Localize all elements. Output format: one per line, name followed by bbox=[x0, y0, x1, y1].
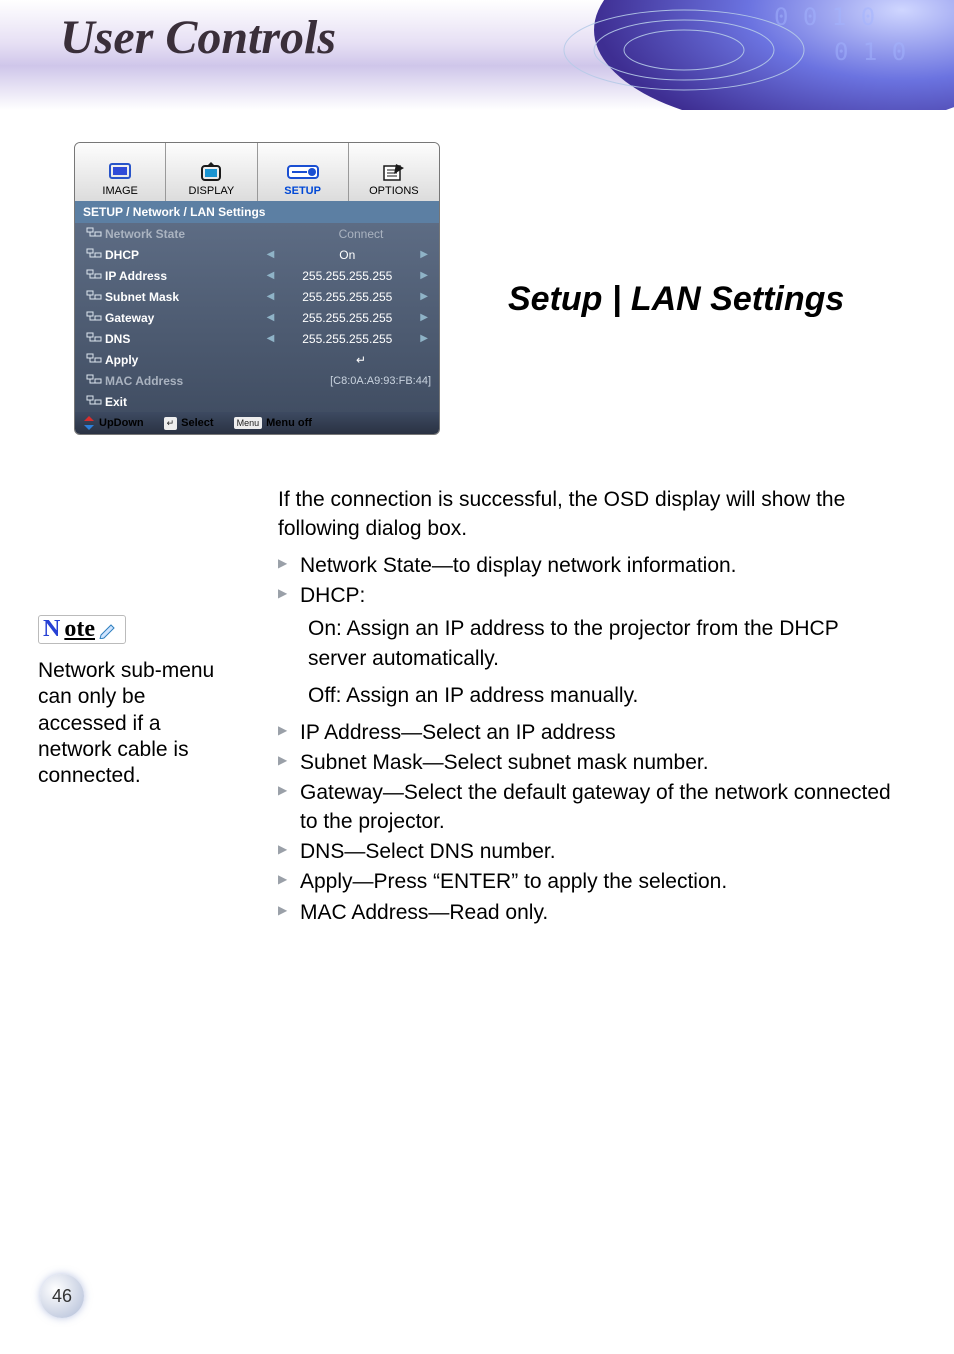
footer-menuoff: Menu off bbox=[266, 417, 312, 429]
content: If the connection is successful, the OSD… bbox=[278, 485, 894, 929]
note-text: Network sub-menu can only be accessed if… bbox=[38, 658, 238, 789]
osd-tab-row: IMAGE DISPLAY SETUP OPTIONS bbox=[75, 143, 439, 201]
osd-row[interactable]: MAC Address[C8:0A:A9:93:FB:44] bbox=[75, 370, 439, 391]
row-icon bbox=[83, 331, 105, 346]
tab-label: DISPLAY bbox=[189, 185, 235, 197]
row-icon bbox=[83, 310, 105, 325]
row-value: On bbox=[277, 248, 417, 262]
osd-row[interactable]: Exit bbox=[75, 391, 439, 412]
osd-row[interactable]: Network StateConnect bbox=[75, 223, 439, 244]
arrow-right-icon[interactable]: ▶ bbox=[417, 291, 431, 302]
footer-select: Select bbox=[181, 417, 213, 429]
select-key-icon: ↵ bbox=[164, 417, 178, 430]
row-label: MAC Address bbox=[105, 374, 271, 388]
tab-label: SETUP bbox=[284, 185, 321, 197]
row-icon bbox=[83, 289, 105, 304]
tab-image[interactable]: IMAGE bbox=[75, 143, 166, 201]
row-label: DHCP bbox=[105, 248, 264, 262]
list-item: Apply—Press “ENTER” to apply the selecti… bbox=[278, 868, 894, 896]
arrow-left-icon[interactable]: ◀ bbox=[264, 249, 278, 260]
note-box: Note Network sub-menu can only be access… bbox=[38, 615, 238, 929]
row-value: 255.255.255.255 bbox=[277, 290, 417, 304]
updown-icon bbox=[83, 416, 95, 430]
row-icon bbox=[83, 373, 105, 388]
monitor-icon bbox=[109, 159, 131, 185]
svg-text:0 1 0: 0 1 0 bbox=[834, 38, 906, 66]
osd-body: Network StateConnectDHCP◀On▶IP Address◀2… bbox=[75, 223, 439, 412]
section-title: Setup | LAN Settings bbox=[508, 280, 844, 319]
tv-icon bbox=[200, 159, 222, 185]
row-icon bbox=[83, 226, 105, 241]
list-item: DNS—Select DNS number. bbox=[278, 838, 894, 866]
arrow-left-icon[interactable]: ◀ bbox=[264, 312, 278, 323]
tab-options[interactable]: OPTIONS bbox=[349, 143, 439, 201]
options-icon bbox=[382, 159, 406, 185]
row-label: Apply bbox=[105, 353, 291, 367]
row-icon bbox=[83, 247, 105, 262]
osd-row[interactable]: Apply↵ bbox=[75, 349, 439, 370]
osd-row[interactable]: Subnet Mask◀255.255.255.255▶ bbox=[75, 286, 439, 307]
row-value: 255.255.255.255 bbox=[277, 332, 417, 346]
intro-text: If the connection is successful, the OSD… bbox=[278, 485, 894, 544]
list-item: IP Address—Select an IP address bbox=[278, 719, 894, 747]
header-band: User Controls 0 0 1 0 0 1 0 bbox=[0, 0, 954, 110]
row-value: [C8:0A:A9:93:FB:44] bbox=[271, 375, 431, 387]
arrow-left-icon[interactable]: ◀ bbox=[264, 291, 278, 302]
row-value: 255.255.255.255 bbox=[277, 311, 417, 325]
arrow-right-icon[interactable]: ▶ bbox=[417, 333, 431, 344]
menu-key-icon: Menu bbox=[234, 417, 263, 429]
osd-row[interactable]: DNS◀255.255.255.255▶ bbox=[75, 328, 439, 349]
svg-text:0 0 1 0: 0 0 1 0 bbox=[774, 3, 875, 31]
row-label: Exit bbox=[105, 395, 291, 409]
arrow-left-icon[interactable]: ◀ bbox=[264, 333, 278, 344]
osd-row[interactable]: DHCP◀On▶ bbox=[75, 244, 439, 265]
osd-row[interactable]: IP Address◀255.255.255.255▶ bbox=[75, 265, 439, 286]
row-label: IP Address bbox=[105, 269, 264, 283]
tab-label: IMAGE bbox=[102, 185, 137, 197]
osd-footer: UpDown ↵ Select Menu Menu off bbox=[75, 412, 439, 434]
tab-display[interactable]: DISPLAY bbox=[166, 143, 257, 201]
row-label: Gateway bbox=[105, 311, 264, 325]
item-list: Network State—to display network informa… bbox=[278, 552, 894, 927]
arrow-right-icon[interactable]: ▶ bbox=[417, 249, 431, 260]
setup-icon bbox=[287, 159, 319, 185]
header-decoration: 0 0 1 0 0 1 0 bbox=[494, 0, 954, 110]
row-value: Connect bbox=[291, 227, 431, 241]
page-number: 46 bbox=[40, 1274, 84, 1318]
tab-setup[interactable]: SETUP bbox=[258, 143, 349, 201]
list-item: Network State—to display network informa… bbox=[278, 552, 894, 580]
osd-row[interactable]: Gateway◀255.255.255.255▶ bbox=[75, 307, 439, 328]
row-label: Subnet Mask bbox=[105, 290, 264, 304]
dhcp-on-text: On: Assign an IP address to the projecto… bbox=[278, 614, 894, 673]
row-label: Network State bbox=[105, 227, 291, 241]
dhcp-off-text: Off: Assign an IP address manually. bbox=[278, 681, 894, 710]
arrow-right-icon[interactable]: ▶ bbox=[417, 270, 431, 281]
page-title: User Controls bbox=[60, 10, 336, 65]
row-value: ↵ bbox=[291, 353, 431, 367]
footer-updown: UpDown bbox=[99, 417, 144, 429]
row-value: 255.255.255.255 bbox=[277, 269, 417, 283]
pencil-icon bbox=[99, 621, 119, 639]
list-item: Subnet Mask—Select subnet mask number. bbox=[278, 749, 894, 777]
row-icon bbox=[83, 352, 105, 367]
row-label: DNS bbox=[105, 332, 264, 346]
osd-breadcrumb: SETUP / Network / LAN Settings bbox=[75, 201, 439, 223]
note-label: Note bbox=[38, 615, 126, 644]
list-item: MAC Address—Read only. bbox=[278, 899, 894, 927]
row-icon bbox=[83, 268, 105, 283]
list-item: DHCP: bbox=[278, 582, 894, 610]
row-icon bbox=[83, 394, 105, 409]
list-item: Gateway—Select the default gateway of th… bbox=[278, 779, 894, 836]
tab-label: OPTIONS bbox=[369, 185, 419, 197]
osd-panel: IMAGE DISPLAY SETUP OPTIONS SETUP / Netw… bbox=[74, 142, 440, 435]
arrow-right-icon[interactable]: ▶ bbox=[417, 312, 431, 323]
arrow-left-icon[interactable]: ◀ bbox=[264, 270, 278, 281]
